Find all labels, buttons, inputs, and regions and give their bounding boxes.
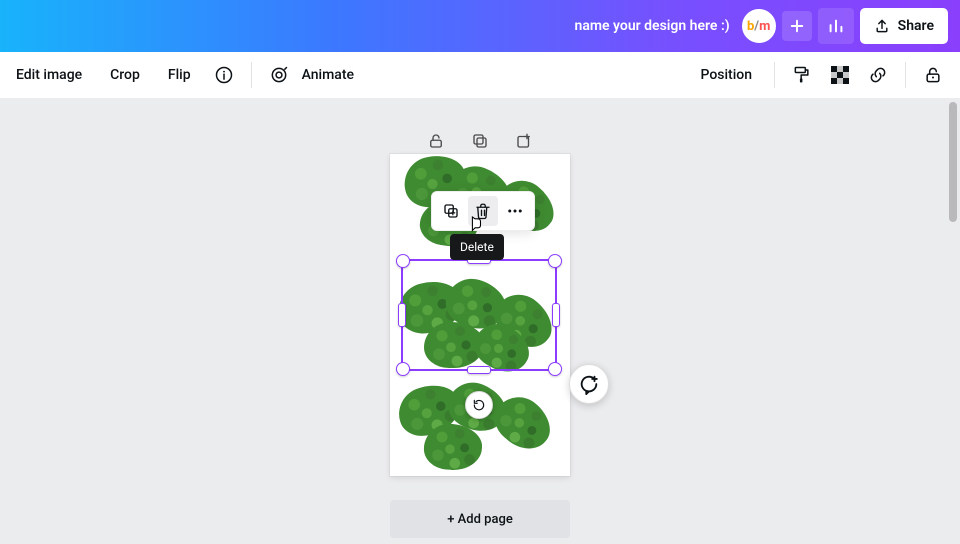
resize-handle-e[interactable] [552, 303, 560, 327]
page-lock-button[interactable] [423, 128, 449, 154]
vertical-scrollbar[interactable] [948, 98, 958, 544]
trash-icon [474, 202, 492, 220]
animate-icon [269, 65, 289, 85]
transparency-button[interactable] [823, 58, 857, 92]
lock-open-icon [427, 132, 445, 150]
delete-tooltip: Delete [450, 234, 504, 260]
add-member-button[interactable] [782, 11, 812, 41]
app-header: name your design here :) b/m Share [0, 0, 960, 52]
style-copy-button[interactable] [785, 58, 819, 92]
link-button[interactable] [861, 58, 895, 92]
canvas-page[interactable]: Delete [390, 154, 570, 476]
element-context-menu [431, 191, 535, 231]
resize-handle-ne[interactable] [548, 254, 562, 268]
duplicate-page-button[interactable] [467, 128, 493, 154]
chart-icon [827, 17, 845, 35]
scrollbar-thumb[interactable] [949, 102, 957, 222]
comment-fab[interactable] [569, 364, 609, 404]
canvas-area: Delete + Add page [0, 98, 960, 544]
share-button[interactable]: Share [860, 8, 948, 44]
add-page-button[interactable]: + Add page [390, 500, 570, 538]
resize-handle-s[interactable] [467, 366, 491, 374]
lock-open-icon [923, 65, 943, 85]
rotate-handle[interactable] [465, 391, 493, 419]
crop-button[interactable]: Crop [98, 56, 152, 94]
duplicate-icon [442, 202, 460, 220]
info-icon [214, 65, 234, 85]
share-label: Share [898, 18, 934, 34]
page-actions [423, 128, 537, 154]
toolbar-divider [251, 62, 252, 88]
edit-image-button[interactable]: Edit image [4, 56, 94, 94]
more-icon [506, 202, 524, 220]
delete-element-button[interactable] [468, 196, 498, 226]
more-options-button[interactable] [500, 196, 530, 226]
lock-button[interactable] [916, 58, 950, 92]
link-icon [868, 65, 888, 85]
add-page-icon [515, 132, 533, 150]
resize-handle-nw[interactable] [396, 254, 410, 268]
transparency-icon [831, 66, 849, 84]
comment-add-icon [578, 373, 600, 395]
toolbar-divider [774, 62, 775, 88]
position-button[interactable]: Position [688, 56, 764, 94]
flip-button[interactable]: Flip [156, 56, 203, 94]
design-name[interactable]: name your design here :) [575, 18, 730, 34]
rotate-icon [472, 398, 486, 412]
upload-icon [874, 18, 890, 34]
paint-roller-icon [792, 65, 812, 85]
toolbar: Edit image Crop Flip Animate Position [0, 52, 960, 99]
avatar[interactable]: b/m [742, 9, 776, 43]
duplicate-element-button[interactable] [436, 196, 466, 226]
resize-handle-se[interactable] [548, 362, 562, 376]
resize-handle-sw[interactable] [396, 362, 410, 376]
add-page-top-button[interactable] [511, 128, 537, 154]
animate-button[interactable]: Animate [300, 56, 366, 94]
info-button[interactable] [207, 58, 241, 92]
animate-icon-button[interactable] [262, 58, 296, 92]
selection-box[interactable] [401, 259, 557, 371]
duplicate-icon [471, 132, 489, 150]
toolbar-divider [905, 62, 906, 88]
plus-icon [790, 19, 804, 33]
analytics-button[interactable] [818, 8, 854, 44]
resize-handle-w[interactable] [398, 303, 406, 327]
